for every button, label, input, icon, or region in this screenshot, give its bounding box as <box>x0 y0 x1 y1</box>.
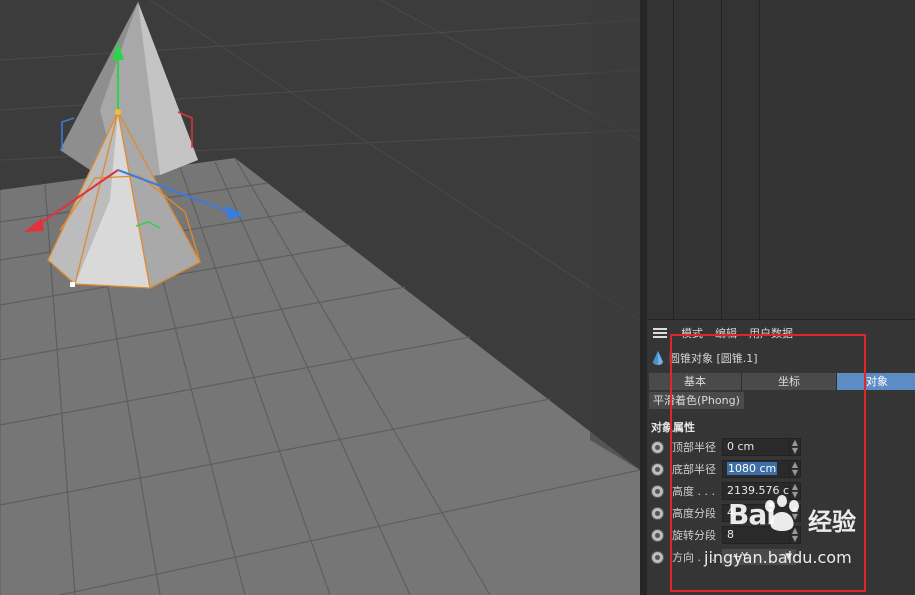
menu-edit[interactable]: 编辑 <box>715 325 737 341</box>
radio-icon[interactable] <box>651 484 664 498</box>
tab-phong-shading[interactable]: 平滑着色(Phong) <box>649 392 744 409</box>
radio-icon[interactable] <box>651 550 664 564</box>
prop-label: 旋转分段 <box>672 529 716 542</box>
prop-label: 高度 . . . <box>672 485 715 498</box>
prop-label: 高度分段 <box>672 507 716 520</box>
tab-object[interactable]: 对象 <box>837 373 915 390</box>
orientation-value: +Y <box>732 550 748 563</box>
selected-value: 1080 cm <box>727 462 778 475</box>
spinner-icon[interactable]: ▲ ▼ <box>790 460 801 478</box>
bottom-radius-field[interactable]: 1080 cm <box>722 460 790 478</box>
spinner-icon[interactable]: ▲ ▼ <box>790 526 801 544</box>
prop-bottom-radius: 底部半径 1080 cm ▲ ▼ <box>651 459 911 479</box>
object-title: 圆锥对象 [圆锥.1] <box>669 352 758 365</box>
prop-label: 方向 . . . <box>672 551 715 564</box>
viewport-3d[interactable] <box>0 0 640 595</box>
object-manager-panel[interactable] <box>647 0 915 320</box>
cone-icon <box>653 351 663 365</box>
viewport-scene[interactable] <box>0 0 640 595</box>
column-separator <box>673 0 674 320</box>
prop-rotation-segments: 旋转分段 8 ▲ ▼ <box>651 525 911 545</box>
section-title: 对象属性 <box>651 421 695 434</box>
radio-icon[interactable] <box>651 440 664 454</box>
prop-label: 底部半径 <box>672 463 716 476</box>
attributes-menubar: 模式 编辑 用户数据 <box>647 322 915 344</box>
prop-orientation: 方向 . . . +Y ▼ <box>651 547 911 567</box>
menu-user-data[interactable]: 用户数据 <box>749 325 793 341</box>
prop-label: 顶部半径 <box>672 441 716 454</box>
top-radius-field[interactable]: 0 cm <box>722 438 790 456</box>
spinner-icon[interactable]: ▲ ▼ <box>790 482 801 500</box>
prop-height-segments: 高度分段 4 ▲ ▼ <box>651 503 911 523</box>
height-segments-field[interactable]: 4 <box>722 504 790 522</box>
rotation-segments-field[interactable]: 8 <box>722 526 790 544</box>
panel-divider[interactable] <box>640 0 647 595</box>
attributes-manager: 模式 编辑 用户数据 圆锥对象 [圆锥.1] 基本 坐标 对象 平滑着色(Pho… <box>647 320 915 595</box>
menu-mode[interactable]: 模式 <box>681 325 703 341</box>
object-header: 圆锥对象 [圆锥.1] <box>651 348 758 368</box>
attribute-tabs: 基本 坐标 对象 <box>649 373 915 390</box>
spinner-icon[interactable]: ▲ ▼ <box>790 438 801 456</box>
radio-icon[interactable] <box>651 506 664 520</box>
orientation-dropdown[interactable]: +Y ▼ <box>722 549 796 565</box>
column-separator <box>721 0 722 320</box>
hamburger-icon[interactable] <box>653 328 667 338</box>
prop-top-radius: 顶部半径 0 cm ▲ ▼ <box>651 437 911 457</box>
tab-basic[interactable]: 基本 <box>649 373 742 390</box>
radio-icon[interactable] <box>651 462 664 476</box>
radio-icon[interactable] <box>651 528 664 542</box>
spinner-icon[interactable]: ▲ ▼ <box>790 504 801 522</box>
height-field[interactable]: 2139.576 c <box>722 482 790 500</box>
dropdown-arrow-icon: ▼ <box>785 552 792 562</box>
column-separator <box>759 0 760 320</box>
tab-coordinates[interactable]: 坐标 <box>742 373 837 390</box>
prop-height: 高度 . . . 2139.576 c ▲ ▼ <box>651 481 911 501</box>
